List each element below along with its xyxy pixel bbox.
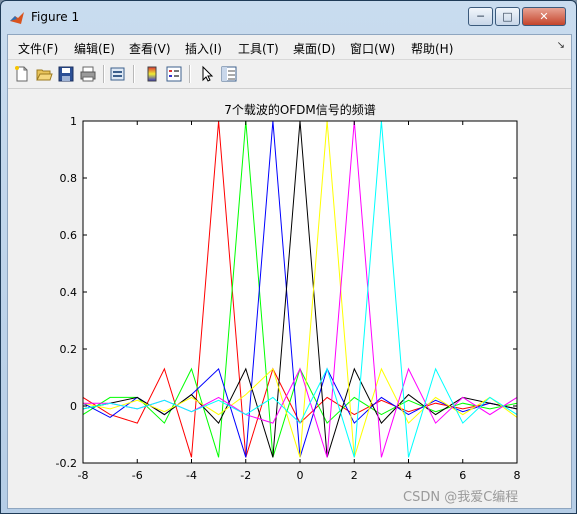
menu-bar: 文件(F) 编辑(E) 查看(V) 插入(I) 工具(T) 桌面(D) 窗口(W… (8, 35, 571, 60)
matlab-logo-icon (10, 12, 24, 24)
window-title: Figure 1 (31, 10, 80, 24)
toolbar-separator (133, 65, 135, 83)
toolbar-separator (189, 65, 191, 83)
menu-help[interactable]: 帮助(H) (411, 40, 453, 57)
menu-window[interactable]: 窗口(W) (350, 40, 395, 57)
title-bar[interactable]: Figure 1 ─ □ ✕ (1, 1, 576, 35)
maximize-icon: □ (502, 10, 513, 23)
pointer-icon[interactable] (198, 65, 216, 83)
plot-title: 7个载波的OFDM信号的频谱 (224, 102, 376, 117)
x-tick-label: 2 (351, 469, 358, 482)
menu-insert[interactable]: 插入(I) (185, 40, 222, 57)
x-tick-label: -8 (78, 469, 89, 482)
menu-dock-arrow-icon[interactable]: ↘ (557, 40, 565, 51)
x-tick-label: 4 (405, 469, 412, 482)
y-tick-label: -0.2 (56, 457, 77, 470)
x-tick-label: -4 (186, 469, 197, 482)
x-tick-label: -2 (240, 469, 251, 482)
open-folder-icon[interactable] (35, 65, 53, 83)
new-figure-icon[interactable] (13, 65, 31, 83)
print-preview-icon[interactable] (109, 65, 127, 83)
x-tick-label: -6 (132, 469, 143, 482)
figure-window: Figure 1 ─ □ ✕ 文件(F) 编辑(E) 查看(V) 插入(I) 工… (0, 0, 577, 514)
property-editor-icon[interactable] (220, 65, 238, 83)
legend-icon[interactable] (165, 65, 183, 83)
maximize-button[interactable]: □ (495, 7, 520, 26)
client-area: 文件(F) 编辑(E) 查看(V) 插入(I) 工具(T) 桌面(D) 窗口(W… (7, 34, 572, 509)
menu-file[interactable]: 文件(F) (18, 40, 58, 57)
y-tick-label: 1 (70, 115, 77, 128)
toolbar-separator (103, 65, 105, 83)
minimize-icon: ─ (477, 10, 484, 23)
x-tick-label: 0 (297, 469, 304, 482)
chart-svg[interactable]: 7个载波的OFDM信号的频谱 -8 -6 -4 -2 0 2 4 6 8 -0.2 0 0.2 0.4 0… (8, 89, 571, 508)
y-tick-label: 0 (70, 400, 77, 413)
figure-canvas: 7个载波的OFDM信号的频谱 -8 -6 -4 -2 0 2 4 6 8 -0.2 0 0.2 0.4 0… (8, 89, 571, 508)
y-tick-label: 0.2 (60, 343, 78, 356)
minimize-button[interactable]: ─ (468, 7, 493, 26)
close-button[interactable]: ✕ (522, 7, 566, 26)
y-tick-label: 0.4 (60, 286, 78, 299)
close-icon: ✕ (539, 10, 549, 23)
colorbar-icon[interactable] (143, 65, 161, 83)
menu-desktop[interactable]: 桌面(D) (293, 40, 336, 57)
x-tick-label: 8 (514, 469, 521, 482)
figure-toolbar (8, 60, 571, 89)
menu-edit[interactable]: 编辑(E) (74, 40, 115, 57)
menu-tools[interactable]: 工具(T) (238, 40, 279, 57)
x-tick-label: 6 (459, 469, 466, 482)
watermark-text: CSDN @我爱C编程 (403, 490, 519, 505)
y-tick-label: 0.6 (60, 229, 78, 242)
print-icon[interactable] (79, 65, 97, 83)
axes-background (83, 121, 517, 463)
menu-view[interactable]: 查看(V) (129, 40, 171, 57)
y-tick-label: 0.8 (60, 172, 78, 185)
save-icon[interactable] (57, 65, 75, 83)
